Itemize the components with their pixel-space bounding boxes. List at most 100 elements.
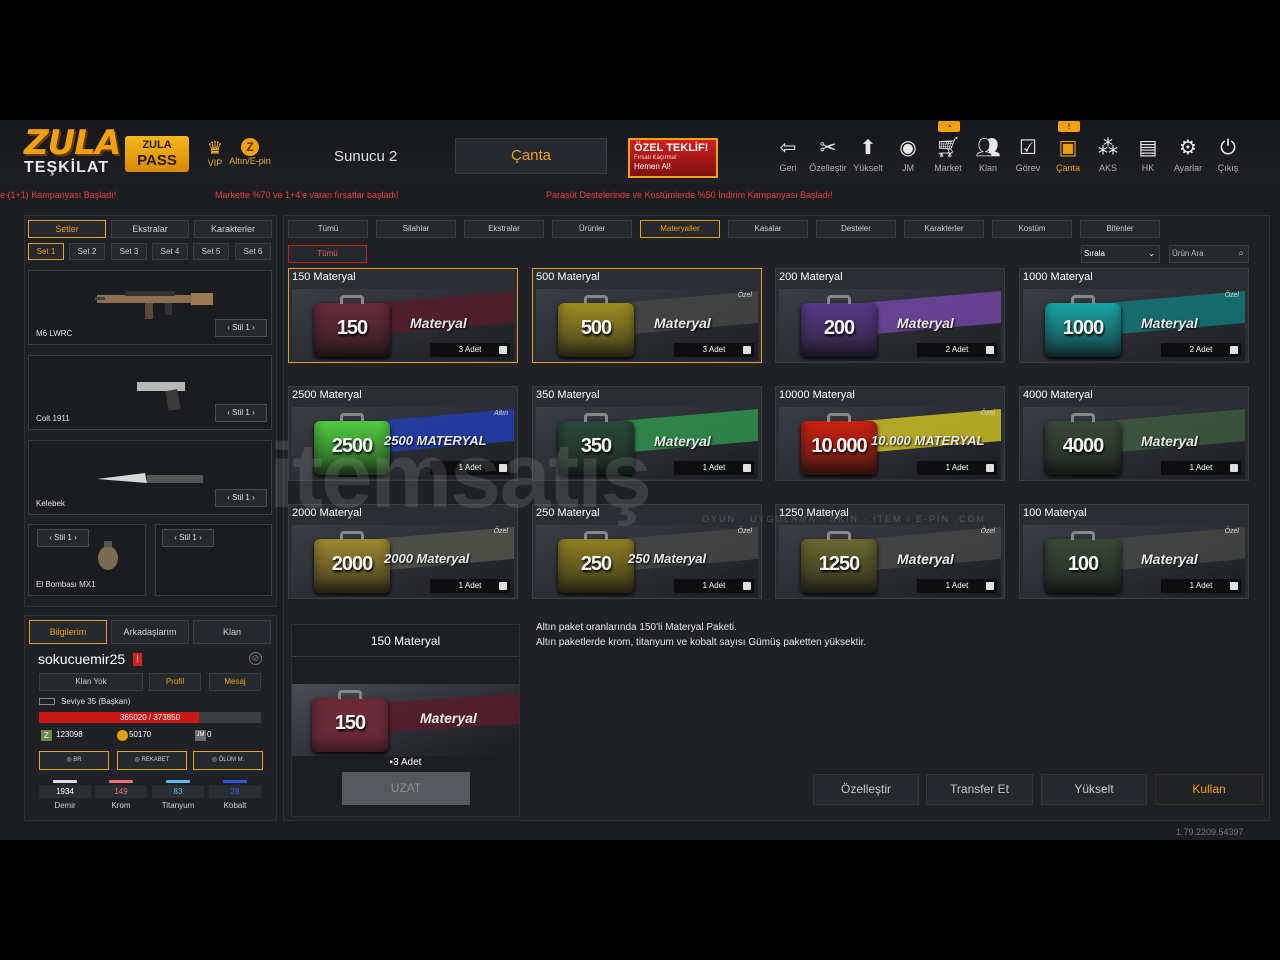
extend-button[interactable]: UZAT [342,772,470,805]
mesaj-button[interactable]: Mesaj [209,673,261,691]
pass-line2: PASS [137,152,177,169]
filter-tab[interactable]: Bitenler [1080,220,1160,238]
badge-icon: ◎ [134,757,140,763]
item-image: 2000 2000 Materyal Özel 1 Adet [292,525,514,597]
nav-label: Klan [978,163,997,173]
transfer-button[interactable]: Transfer Et [926,774,1033,805]
material-case-icon: 2000 [314,531,390,593]
filter-tab[interactable]: Silahlar [376,220,456,238]
material-item-card[interactable]: 2500 Materyal 2500 2500 MATERYAL Altın 1… [288,386,518,481]
stil-selector[interactable]: ‹ Stil 1 › [215,404,267,422]
material-item-card[interactable]: 350 Materyal 350 Materyal 1 Adet [532,386,762,481]
tab-setler[interactable]: Setler [28,220,106,238]
nav-market[interactable]: ◔ 🛒︎ Market [928,121,968,174]
material-item-card[interactable]: 4000 Materyal 4000 Materyal 1 Adet [1019,386,1249,481]
profile-panel: Bilgilerim Arkadaşlarım Klan sokucuemir2… [24,615,277,821]
filter-tab[interactable]: Ürünler [552,220,632,238]
weapon-slot-melee[interactable]: Kelebek ‹ Stil 1 › [28,440,272,515]
nav-hk[interactable]: ▤ HK [1128,134,1168,174]
tab-bilgilerim[interactable]: Bilgilerim [29,620,107,644]
profil-button[interactable]: Profil [149,673,201,691]
badge-rekabet[interactable]: ◎ REKABET [117,751,187,770]
crown-icon: ♛ [206,138,224,158]
item-count: 1 Adet [917,461,997,475]
block-icon[interactable]: ⊘ [249,652,262,665]
box-icon [743,582,751,590]
nav-canta[interactable]: ! ▣ Çanta [1048,121,1088,174]
filter-tab[interactable]: Materyaller [640,220,720,238]
zula-logo[interactable]: ZULA TEŞKİLAT [24,126,121,180]
filter-tab[interactable]: Tümü [288,220,368,238]
stil-label: Stil 1 [232,493,250,502]
news-ticker-3[interactable]: Parasüt Destelerinde ve Kostümlerde %50 … [546,190,833,200]
badge-olum-m[interactable]: ◎ ÖLÜM M. [193,751,263,770]
nav-gorev[interactable]: ☑ Görev [1008,134,1048,174]
set-5-tab[interactable]: Set 5 [193,243,229,260]
stil-label: Stil 1 [179,533,197,542]
klan-yok-button[interactable]: Klan Yok [39,673,143,691]
tab-ekstralar[interactable]: Ekstralar [111,220,189,238]
subfilter-tumu[interactable]: Tümü [288,245,367,263]
filter-tab[interactable]: Desteler [816,220,896,238]
vip-button[interactable]: ♛ VIP [200,138,230,168]
set-3-tab[interactable]: Set 3 [111,243,147,260]
nav-cikis[interactable]: ⏻ Çıkış [1208,134,1248,174]
nav-klan[interactable]: 👥︎ Klan [968,134,1008,174]
special-offer-button[interactable]: ÖZEL TEKLİF! Fırsatı Kaçırma! Hemen Al! [628,138,718,178]
sort-dropdown[interactable]: Sırala ⌄ [1081,245,1160,263]
nav-ayarlar[interactable]: ⚙ Ayarlar [1168,134,1208,174]
set-2-tab[interactable]: Set 2 [69,243,105,260]
resource-label: Kobalt [223,801,247,810]
nav-aks[interactable]: ⁂ AKS [1088,134,1128,174]
filter-tab[interactable]: Ekstralar [464,220,544,238]
set-6-tab[interactable]: Set 6 [235,243,271,260]
offer-title: ÖZEL TEKLİF! [634,142,709,154]
weapon-slot-grenade[interactable]: ‹ Stil 1 › El Bombası MX1 [28,524,146,596]
weapon-slot-secondary[interactable]: Colt 1911 ‹ Stil 1 › [28,355,272,430]
stil-selector[interactable]: ‹ Stil 1 › [215,489,267,507]
kullan-button[interactable]: Kullan [1155,774,1263,805]
filter-tab[interactable]: Kostüm [992,220,1072,238]
stil-selector[interactable]: ‹ Stil 1 › [215,319,267,337]
resource-color-bar [223,780,247,783]
weapon-slot-primary[interactable]: M6 LWRC ‹ Stil 1 › [28,270,272,345]
material-item-card[interactable]: 1000 Materyal 1000 Materyal Özel 2 Adet [1019,268,1249,363]
search-input[interactable]: Ürün Ara ⌕ [1169,245,1249,263]
yukselt-button[interactable]: Yükselt [1041,774,1147,805]
badge-br[interactable]: ◎ BR [39,751,109,770]
wallet-icon: ▤ [1138,137,1158,159]
filter-tab[interactable]: Kasalar [728,220,808,238]
stil-selector[interactable]: ‹ Stil 1 › [37,529,89,547]
item-word: Materyal [654,433,711,449]
material-item-card[interactable]: 10000 Materyal 10.000 10.000 MATERYAL Öz… [775,386,1005,481]
nav-ozellestir[interactable]: ✂ Özelleştir [808,134,848,174]
item-image: 100 Materyal Özel 1 Adet [1023,525,1245,597]
material-item-card[interactable]: 500 Materyal 500 Materyal Özel 3 Adet [532,268,762,363]
nav-yukselt[interactable]: ⬆ Yükselt [848,134,888,174]
material-item-card[interactable]: 100 Materyal 100 Materyal Özel 1 Adet [1019,504,1249,599]
item-title: 500 Materyal [536,271,600,283]
zula-pass-button[interactable]: ZULA PASS [125,136,189,172]
material-item-card[interactable]: 150 Materyal 150 Materyal 3 Adet [288,268,518,363]
material-case-icon: 100 [1045,531,1121,593]
canta-tab[interactable]: Çanta [455,138,607,174]
altin-epin-button[interactable]: Z Altın/E-pin [228,138,272,166]
box-icon [986,464,994,472]
stil-selector[interactable]: ‹ Stil 1 › [162,529,214,547]
nav-jm[interactable]: ◉ JM [888,134,928,174]
filter-tab[interactable]: Karakterler [904,220,984,238]
news-ticker-2[interactable]: Markette %70 ve 1+4'e varan fırsatlar ba… [215,190,399,200]
set-4-tab[interactable]: Set 4 [152,243,188,260]
nav-geri[interactable]: ⇦ Geri [768,134,808,174]
material-item-card[interactable]: 200 Materyal 200 Materyal 2 Adet [775,268,1005,363]
tab-arkadaslarim[interactable]: Arkadaşlarım [111,620,189,644]
tab-karakterler[interactable]: Karakterler [194,220,272,238]
item-word: Materyal [897,551,954,567]
material-item-card[interactable]: 2000 Materyal 2000 2000 Materyal Özel 1 … [288,504,518,599]
ozellestir-button[interactable]: Özelleştir [813,774,919,805]
tab-klan[interactable]: Klan [193,620,271,644]
set-1-tab[interactable]: Set 1 [28,243,64,260]
weapon-slot-empty[interactable]: ‹ Stil 1 › [155,524,272,596]
news-ticker-1[interactable]: e (1+1) Kampanyası Başladı! [0,190,116,200]
item-count-value: 1 Adet [702,463,726,472]
